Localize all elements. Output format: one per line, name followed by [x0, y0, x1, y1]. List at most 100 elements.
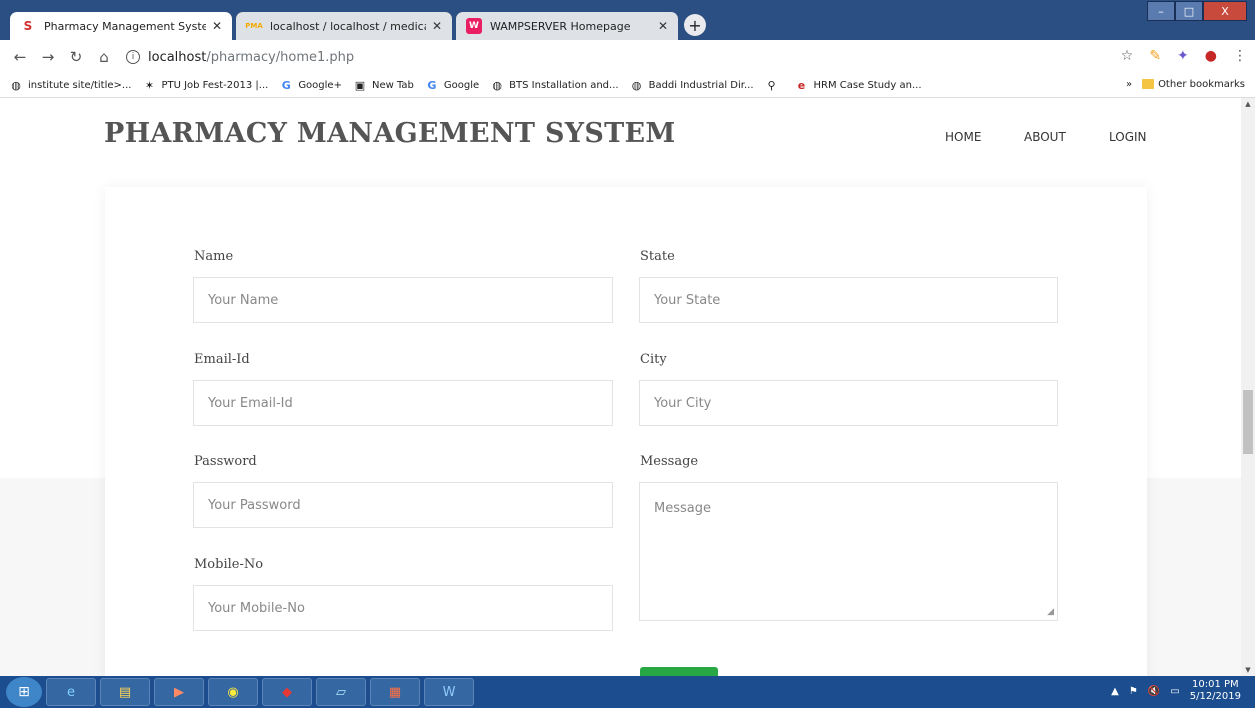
- bookmark-label: institute site/title>...: [28, 80, 132, 91]
- bookmark-star-icon[interactable]: ☆: [1121, 48, 1134, 64]
- bookmark-item[interactable]: ◍ Baddi Industrial Dir...: [631, 79, 754, 92]
- site-brand[interactable]: PHARMACY MANAGEMENT SYSTEM: [104, 118, 676, 149]
- back-icon[interactable]: ←: [6, 48, 34, 66]
- bookmark-item[interactable]: ✶ PTU Job Fest-2013 |...: [143, 79, 269, 92]
- url-field[interactable]: i localhost/pharmacy/home1.php: [126, 50, 354, 65]
- password-input[interactable]: Your Password: [193, 482, 613, 528]
- tab-close-icon[interactable]: ✕: [212, 19, 222, 33]
- tab-close-icon[interactable]: ✕: [658, 19, 668, 33]
- bookmark-label: Google+: [298, 80, 342, 91]
- menu-icon[interactable]: ⋮: [1233, 48, 1247, 64]
- profile-avatar-icon[interactable]: ●: [1205, 48, 1217, 64]
- taskbar-chrome-icon[interactable]: ◉: [208, 678, 258, 706]
- name-input[interactable]: Your Name: [193, 277, 613, 323]
- nav-about[interactable]: ABOUT: [1024, 130, 1066, 144]
- search-icon: ⚲: [767, 79, 776, 92]
- tab-title: WAMPSERVER Homepage: [490, 19, 631, 33]
- registration-form: Name Your Name Email-Id Your Email-Id Pa…: [105, 187, 1147, 676]
- volume-muted-icon[interactable]: 🔇: [1148, 686, 1160, 697]
- city-input[interactable]: Your City: [639, 380, 1058, 426]
- nav-login[interactable]: LOGIN: [1109, 130, 1147, 144]
- home-icon[interactable]: ⌂: [90, 48, 118, 66]
- bookmark-item[interactable]: G Google+: [280, 79, 342, 92]
- bookmark-item[interactable]: ⚲: [766, 79, 784, 92]
- taskbar-app-icon[interactable]: ◆: [262, 678, 312, 706]
- tray-expand-icon[interactable]: ▲: [1111, 686, 1119, 697]
- bookmark-item[interactable]: ◍ institute site/title>...: [10, 79, 132, 92]
- bookmarks-bar: ◍ institute site/title>... ✶ PTU Job Fest-…: [0, 74, 1255, 98]
- tab-wampserver[interactable]: W WAMPSERVER Homepage ✕: [456, 12, 678, 40]
- url-host: localhost: [148, 49, 207, 65]
- toolbar-actions: ☆ ✎ ✦ ● ⋮: [1121, 48, 1247, 64]
- newtab-icon: ▣: [354, 79, 366, 92]
- email-label: Email-Id: [194, 352, 250, 367]
- bookmark-item[interactable]: e HRM Case Study an...: [796, 79, 922, 92]
- bookmark-label: New Tab: [371, 80, 414, 91]
- scroll-up-icon[interactable]: ▲: [1241, 100, 1255, 108]
- forward-icon[interactable]: →: [34, 48, 62, 66]
- tab-phpmyadmin[interactable]: PMA localhost / localhost / medical / t …: [236, 12, 452, 40]
- other-bookmarks-folder[interactable]: Other bookmarks: [1142, 79, 1245, 90]
- clock-time: 10:01 PM: [1192, 679, 1239, 690]
- flag-icon[interactable]: ⚑: [1129, 686, 1138, 697]
- address-bar: ← → ↻ ⌂ i localhost/pharmacy/home1.php ☆…: [0, 40, 1255, 74]
- taskbar-notepad-icon[interactable]: ▱: [316, 678, 366, 706]
- phpmyadmin-favicon-icon: PMA: [245, 22, 263, 30]
- message-label: Message: [640, 454, 699, 469]
- maximize-button[interactable]: □: [1175, 1, 1203, 21]
- resize-handle-icon[interactable]: ◢: [1047, 607, 1054, 617]
- bookmark-item[interactable]: ▣ New Tab: [354, 79, 414, 92]
- scroll-down-icon[interactable]: ▼: [1241, 666, 1255, 674]
- folder-icon: [1142, 79, 1155, 89]
- taskbar-powerpoint-icon[interactable]: ▦: [370, 678, 420, 706]
- bookmark-label: Google: [443, 80, 480, 91]
- state-input[interactable]: Your State: [639, 277, 1058, 323]
- google-icon: G: [427, 79, 437, 92]
- network-icon[interactable]: ▭: [1170, 686, 1179, 697]
- scroll-thumb[interactable]: [1243, 390, 1253, 454]
- windows-taskbar: ⊞ e ▤ ▶ ◉ ◆ ▱ ▦ W ▲ ⚑ 🔇 ▭ 10:01 PM 5/12/…: [0, 676, 1255, 708]
- bookmarks-more-button[interactable]: »: [1126, 79, 1132, 90]
- site-header: PHARMACY MANAGEMENT SYSTEM HOME ABOUT LO…: [0, 98, 1241, 171]
- bookmark-label: Baddi Industrial Dir...: [648, 80, 754, 91]
- globe-icon: ◍: [631, 79, 642, 92]
- extension-icon[interactable]: ✎: [1149, 48, 1161, 64]
- close-window-button[interactable]: X: [1203, 1, 1247, 21]
- browser-tab-bar: S Pharmacy Management System ✕ PMA local…: [0, 0, 1255, 40]
- start-button[interactable]: ⊞: [6, 677, 42, 707]
- globe-icon: ◍: [11, 79, 21, 92]
- minimize-button[interactable]: –: [1147, 1, 1175, 21]
- site-favicon-icon: S: [23, 19, 33, 33]
- info-icon[interactable]: i: [126, 50, 140, 64]
- message-textarea[interactable]: Message ◢: [639, 482, 1058, 621]
- bookmark-item[interactable]: ◍ BTS Installation and...: [491, 79, 618, 92]
- taskbar-ie-icon[interactable]: e: [46, 678, 96, 706]
- name-label: Name: [194, 249, 234, 264]
- taskbar-word-icon[interactable]: W: [424, 678, 474, 706]
- other-bookmarks-label: Other bookmarks: [1158, 79, 1245, 90]
- globe-icon: ◍: [492, 79, 502, 92]
- password-label: Password: [194, 454, 257, 469]
- bookmark-label: PTU Job Fest-2013 |...: [161, 80, 269, 91]
- nav-home[interactable]: HOME: [945, 130, 981, 144]
- extension-2-icon[interactable]: ✦: [1177, 48, 1189, 64]
- reload-icon[interactable]: ↻: [62, 48, 90, 66]
- bookmark-item[interactable]: G Google: [426, 79, 480, 92]
- taskbar-explorer-icon[interactable]: ▤: [100, 678, 150, 706]
- tab-title: localhost / localhost / medical / t: [270, 19, 426, 33]
- tab-close-icon[interactable]: ✕: [432, 19, 442, 33]
- page-scrollbar[interactable]: ▲ ▼: [1241, 98, 1255, 676]
- system-tray: ▲ ⚑ 🔇 ▭ 10:01 PM 5/12/2019: [1111, 679, 1241, 703]
- new-tab-button[interactable]: +: [684, 14, 706, 36]
- taskbar-media-icon[interactable]: ▶: [154, 678, 204, 706]
- clock-date: 5/12/2019: [1189, 691, 1241, 702]
- mobile-label: Mobile-No: [194, 557, 264, 572]
- tab-pharmacy[interactable]: S Pharmacy Management System ✕: [10, 12, 232, 40]
- mobile-input[interactable]: Your Mobile-No: [193, 585, 613, 631]
- window-controls: – □ X: [1147, 1, 1247, 21]
- clock[interactable]: 10:01 PM 5/12/2019: [1190, 679, 1241, 703]
- google-icon: G: [281, 79, 291, 92]
- bookmark-label: HRM Case Study an...: [813, 80, 922, 91]
- email-input[interactable]: Your Email-Id: [193, 380, 613, 426]
- bookmarks-right: » Other bookmarks: [1126, 79, 1245, 90]
